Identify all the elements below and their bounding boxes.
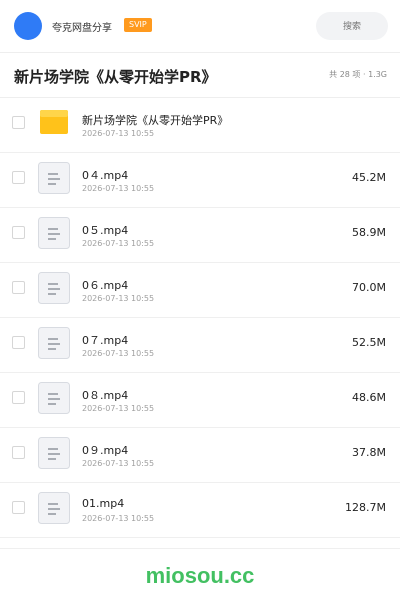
list-item[interactable]: 0５.mp4 2026-07-13 10:55 58.9M <box>0 208 400 263</box>
top-bar: 夸克网盘分享 SVIP <box>0 0 400 53</box>
watermark: miosou.cc <box>145 563 255 588</box>
file-size: 70.0M <box>352 281 386 294</box>
file-date: 2026-07-13 10:55 <box>82 294 155 303</box>
document-icon <box>38 437 70 469</box>
file-size: 45.2M <box>352 171 386 184</box>
user-name: 夸克网盘分享 <box>52 23 112 34</box>
file-name: 0５.mp4 <box>82 224 129 237</box>
list-item[interactable]: 0９.mp4 2026-07-13 10:55 37.8M <box>0 428 400 483</box>
row-checkbox[interactable] <box>12 501 25 514</box>
file-name: 0６.mp4 <box>82 279 129 292</box>
file-list: 新片场学院《从零开始学PR》 2026-07-13 10:55 0４.mp4 2… <box>0 98 400 538</box>
item-summary: 共 28 项 · 1.3G <box>329 70 387 79</box>
document-icon <box>38 327 70 359</box>
document-icon <box>38 217 70 249</box>
file-size: 58.9M <box>352 226 386 239</box>
document-icon <box>38 162 70 194</box>
file-date: 2026-07-13 10:55 <box>82 459 155 468</box>
file-date: 2026-07-13 10:55 <box>82 239 155 248</box>
file-date: 2026-07-13 10:55 <box>82 184 155 193</box>
file-date: 2026-07-13 10:55 <box>82 514 155 523</box>
list-item[interactable]: 0６.mp4 2026-07-13 10:55 70.0M <box>0 263 400 318</box>
file-size: 48.6M <box>352 391 386 404</box>
file-name: 0８.mp4 <box>82 389 129 402</box>
row-checkbox[interactable] <box>12 171 25 184</box>
list-item[interactable]: 0８.mp4 2026-07-13 10:55 48.6M <box>0 373 400 428</box>
svip-badge: SVIP <box>124 18 152 32</box>
file-name: 01.mp4 <box>82 497 125 510</box>
list-item[interactable]: 0７.mp4 2026-07-13 10:55 52.5M <box>0 318 400 373</box>
page-title: 新片场学院《从零开始学PR》 <box>14 68 217 86</box>
row-checkbox[interactable] <box>12 336 25 349</box>
document-icon <box>38 382 70 414</box>
file-date: 2026-07-13 10:55 <box>82 404 155 413</box>
file-name: 0４.mp4 <box>82 169 129 182</box>
document-icon <box>38 492 70 524</box>
list-item[interactable]: 01.mp4 2026-07-13 10:55 128.7M <box>0 483 400 538</box>
list-item[interactable]: 0４.mp4 2026-07-13 10:55 45.2M <box>0 153 400 208</box>
row-checkbox[interactable] <box>12 281 25 294</box>
file-size: 37.8M <box>352 446 386 459</box>
file-date: 2026-07-13 10:55 <box>82 129 155 138</box>
folder-icon <box>40 110 68 134</box>
file-size: 128.7M <box>345 501 386 514</box>
file-name: 新片场学院《从零开始学PR》 <box>82 114 229 127</box>
document-icon <box>38 272 70 304</box>
file-name: 0９.mp4 <box>82 444 129 457</box>
file-size: 52.5M <box>352 336 386 349</box>
footer: miosou.cc <box>0 548 400 601</box>
page-header: 新片场学院《从零开始学PR》 共 28 项 · 1.3G <box>0 53 400 98</box>
row-checkbox[interactable] <box>12 226 25 239</box>
list-item[interactable]: 新片场学院《从零开始学PR》 2026-07-13 10:55 <box>0 98 400 153</box>
avatar[interactable] <box>14 12 42 40</box>
row-checkbox[interactable] <box>12 116 25 129</box>
file-name: 0７.mp4 <box>82 334 129 347</box>
row-checkbox[interactable] <box>12 446 25 459</box>
file-date: 2026-07-13 10:55 <box>82 349 155 358</box>
row-checkbox[interactable] <box>12 391 25 404</box>
search-input[interactable] <box>316 12 388 40</box>
